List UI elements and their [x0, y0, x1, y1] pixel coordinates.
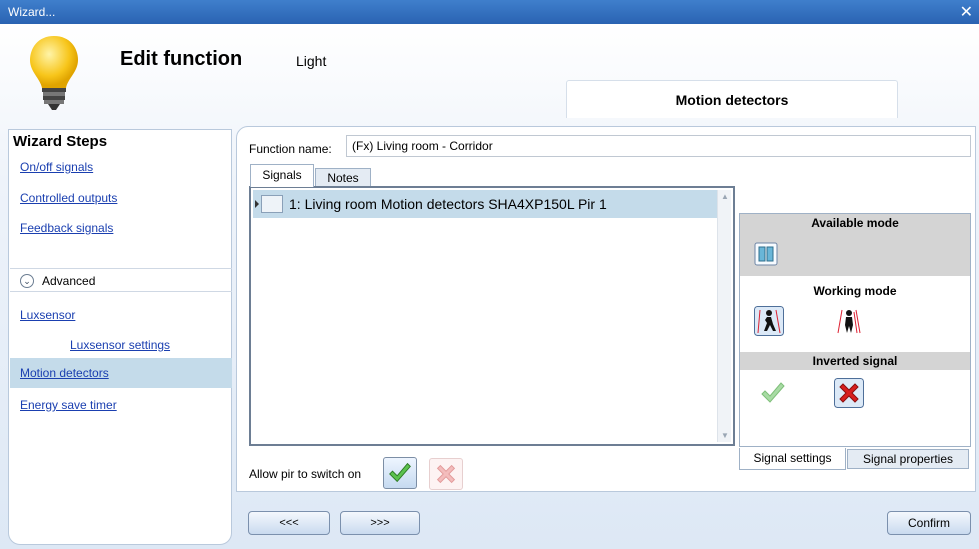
- tab-notes[interactable]: Notes: [315, 168, 371, 187]
- door-sensor-icon[interactable]: [754, 242, 778, 266]
- step-energy-save-timer[interactable]: Energy save timer: [10, 390, 232, 420]
- list-item[interactable]: 1: Living room Motion detectors SHA4XP15…: [253, 190, 717, 218]
- check-icon[interactable]: [758, 378, 788, 408]
- cross-icon[interactable]: [834, 378, 864, 408]
- main-panel: Function name: Signals Notes 1: Living r…: [236, 126, 976, 492]
- scroll-up-icon[interactable]: ▲: [721, 192, 729, 201]
- step-luxsensor[interactable]: Luxsensor: [10, 300, 232, 330]
- signal-list: 1: Living room Motion detectors SHA4XP15…: [249, 186, 735, 446]
- chevron-down-icon: ⌄: [20, 274, 34, 288]
- wizard-steps-panel: Wizard Steps On/off signals Controlled o…: [8, 129, 232, 545]
- function-name-input[interactable]: [346, 135, 971, 157]
- step-motion-detectors[interactable]: Motion detectors: [10, 358, 232, 388]
- signal-icon: [261, 195, 283, 213]
- scrollbar[interactable]: ▲ ▼: [717, 190, 731, 442]
- function-name-label: Function name:: [249, 142, 332, 156]
- wizard-steps-title: Wizard Steps: [13, 133, 108, 150]
- light-bulb-icon: [30, 36, 78, 110]
- current-step-tab: Motion detectors: [566, 80, 898, 118]
- next-button[interactable]: >>>: [340, 511, 420, 535]
- allow-pir-no-button[interactable]: [429, 458, 463, 490]
- tab-signal-settings[interactable]: Signal settings: [739, 448, 846, 470]
- function-type: Light: [296, 53, 327, 69]
- page-title: Edit function: [120, 48, 243, 70]
- step-controlled-outputs[interactable]: Controlled outputs: [10, 183, 232, 213]
- window-titlebar: Wizard... ✕: [0, 0, 979, 24]
- inverted-signal-title: Inverted signal: [812, 354, 898, 368]
- working-mode-title: Working mode: [813, 284, 897, 298]
- step-feedback-signals[interactable]: Feedback signals: [10, 213, 232, 243]
- signal-label: 1: Living room Motion detectors SHA4XP15…: [289, 196, 607, 212]
- step-luxsensor-settings[interactable]: Luxsensor settings: [10, 330, 232, 360]
- close-icon[interactable]: ✕: [960, 2, 973, 22]
- row-indicator-icon: [255, 200, 259, 208]
- step-on-off-signals[interactable]: On/off signals: [10, 152, 232, 182]
- tab-signals[interactable]: Signals: [250, 164, 314, 187]
- advanced-label: Advanced: [42, 274, 96, 288]
- allow-pir-label: Allow pir to switch on: [249, 467, 362, 481]
- motion-presence-icon[interactable]: [834, 306, 864, 336]
- previous-button[interactable]: <<<: [248, 511, 330, 535]
- wizard-window: Edit function Light Motion detectors Wiz…: [0, 24, 979, 549]
- allow-pir-yes-button[interactable]: [383, 457, 417, 489]
- window-title: Wizard...: [8, 5, 56, 19]
- motion-walking-icon[interactable]: [754, 306, 784, 336]
- signal-settings-panel: Available mode Working mode Inverted sig…: [739, 213, 971, 447]
- advanced-toggle[interactable]: ⌄ Advanced: [10, 268, 232, 292]
- tab-signal-properties[interactable]: Signal properties: [847, 449, 969, 469]
- available-mode-title: Available mode: [811, 216, 899, 230]
- scroll-down-icon[interactable]: ▼: [721, 431, 729, 440]
- confirm-button[interactable]: Confirm: [887, 511, 971, 535]
